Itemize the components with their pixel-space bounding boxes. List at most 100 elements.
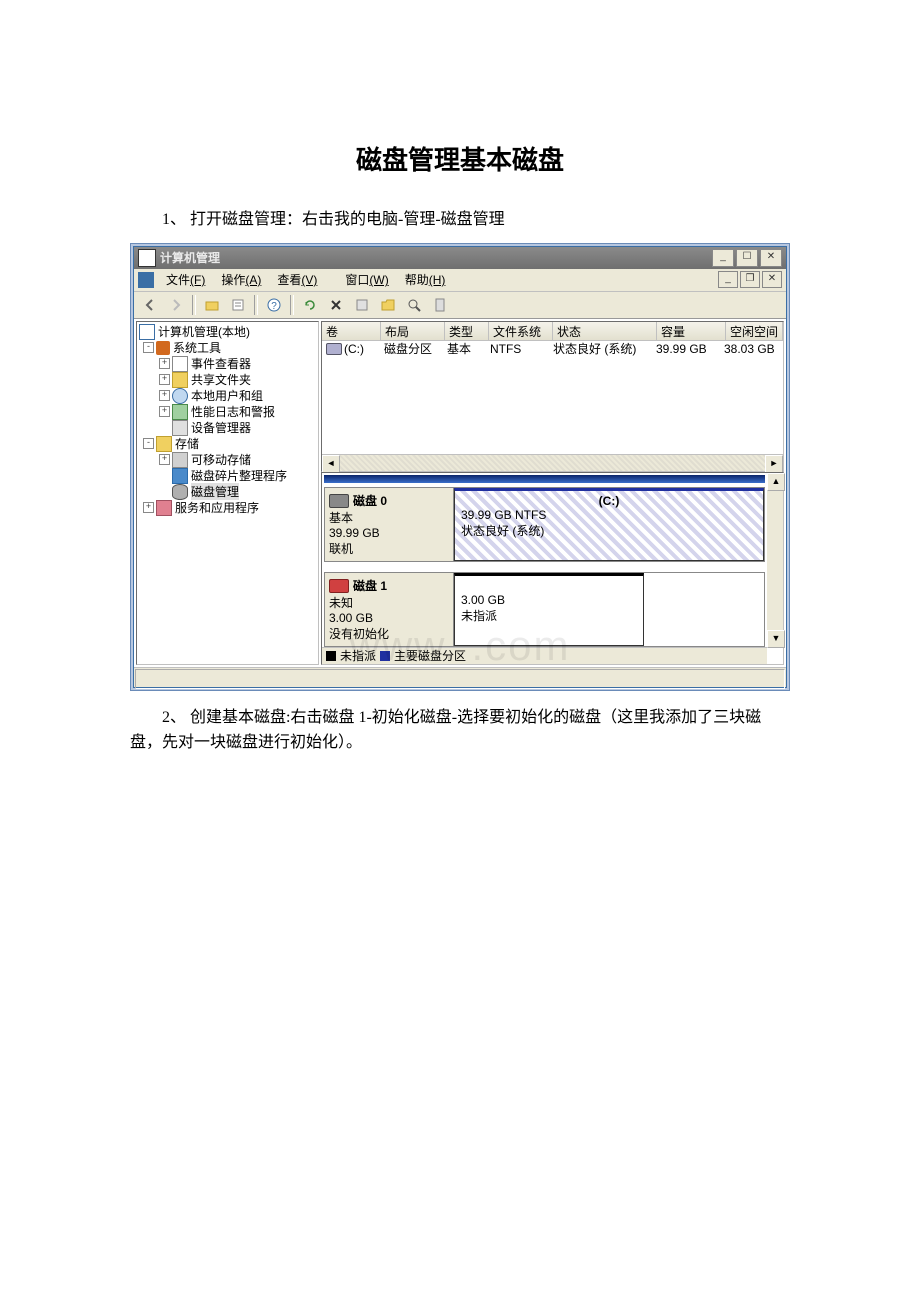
disk-map[interactable]: ▲ ▼ 磁盘 0 基本 39.99 GB 联机	[321, 472, 784, 665]
window-title: 计算机管理	[160, 249, 712, 266]
tree-users[interactable]: 本地用户和组	[191, 387, 263, 404]
tree-removable[interactable]: 可移动存储	[191, 451, 251, 468]
close-button[interactable]: ✕	[760, 249, 782, 267]
maximize-button[interactable]: ☐	[736, 249, 758, 267]
legend-primary: 主要磁盘分区	[394, 647, 466, 664]
expander[interactable]: +	[159, 390, 170, 401]
volume-list[interactable]: 卷 布局 类型 文件系统 状态 容量 空闲空间 (C:) 磁盘分区 基本	[321, 321, 784, 472]
disk1-state: 没有初始化	[329, 625, 449, 642]
menu-view[interactable]: 查看(V)	[269, 269, 325, 290]
disk1-type: 未知	[329, 594, 449, 611]
event-icon	[172, 356, 188, 372]
mdi-close-button[interactable]: ✕	[762, 271, 782, 288]
mdi-restore-button[interactable]: ❐	[740, 271, 760, 288]
menu-window[interactable]: 窗口(W)	[337, 269, 396, 290]
mdi-minimize-button[interactable]: _	[718, 271, 738, 288]
expander[interactable]: +	[143, 502, 154, 513]
tree-perf[interactable]: 性能日志和警报	[191, 403, 275, 420]
help-button[interactable]: ?	[262, 293, 286, 317]
col-type[interactable]: 类型	[445, 322, 489, 340]
expander[interactable]: -	[143, 342, 154, 353]
scroll-up-button[interactable]: ▲	[767, 473, 785, 491]
defrag-icon	[172, 468, 188, 484]
legend: 未指派 主要磁盘分区	[322, 647, 767, 664]
disk-icon	[172, 484, 188, 500]
expander[interactable]: +	[159, 406, 170, 417]
open-button[interactable]	[376, 293, 400, 317]
tree-diskmgmt[interactable]: 磁盘管理	[191, 483, 239, 500]
screenshot-disk-management: www. .com 计算机管理 _ ☐ ✕ 文件(F) 操作(A) 查看(V)	[130, 243, 790, 691]
volume-icon	[326, 343, 342, 355]
disk1-title: 磁盘 1	[353, 579, 387, 593]
disk-row-0[interactable]: 磁盘 0 基本 39.99 GB 联机 (C:) 39.99 GB NTFS 状…	[324, 487, 765, 562]
legend-primary-swatch	[380, 651, 390, 661]
col-volume[interactable]: 卷	[322, 322, 381, 340]
statusbar	[134, 667, 786, 687]
tree-storage[interactable]: 存储	[175, 435, 199, 452]
tree-device[interactable]: 设备管理器	[191, 419, 251, 436]
menu-action[interactable]: 操作(A)	[213, 269, 269, 290]
action-button[interactable]	[350, 293, 374, 317]
col-capacity[interactable]: 容量	[657, 322, 726, 340]
toolbar: ?	[134, 292, 786, 319]
up-button[interactable]	[200, 293, 224, 317]
tree-root[interactable]: 计算机管理(本地)	[158, 323, 250, 340]
unalloc-status: 未指派	[461, 607, 637, 624]
partition-unallocated[interactable]: 3.00 GB 未指派	[454, 573, 644, 646]
disk1-size: 3.00 GB	[329, 611, 449, 625]
menu-help[interactable]: 帮助(H)	[397, 269, 454, 290]
find-button[interactable]	[402, 293, 426, 317]
diskmap-header	[324, 475, 765, 483]
paragraph-1: 1、 打开磁盘管理：右击我的电脑-管理-磁盘管理	[130, 207, 790, 233]
scroll-left-button[interactable]: ◄	[322, 455, 340, 473]
unalloc-size: 3.00 GB	[461, 593, 637, 607]
volume-row[interactable]: (C:) 磁盘分区 基本 NTFS 状态良好 (系统) 39.99 GB 38.…	[322, 341, 783, 357]
forward-button[interactable]	[164, 293, 188, 317]
menu-file[interactable]: 文件(F)	[158, 269, 213, 290]
scroll-right-button[interactable]: ►	[765, 455, 783, 473]
tree-event[interactable]: 事件查看器	[191, 355, 251, 372]
col-free[interactable]: 空闲空间	[726, 322, 783, 340]
col-status[interactable]: 状态	[553, 322, 657, 340]
col-fs[interactable]: 文件系统	[489, 322, 553, 340]
delete-button[interactable]	[324, 293, 348, 317]
vol-name: (C:)	[344, 342, 364, 356]
vol-type: 基本	[443, 340, 486, 357]
col-layout[interactable]: 布局	[381, 322, 445, 340]
legend-unalloc-swatch	[326, 651, 336, 661]
expander[interactable]: +	[159, 454, 170, 465]
scroll-down-button[interactable]: ▼	[767, 630, 785, 648]
expander[interactable]: +	[159, 358, 170, 369]
expander[interactable]: -	[143, 438, 154, 449]
tree-systools[interactable]: 系统工具	[173, 339, 221, 356]
partition-c[interactable]: (C:) 39.99 GB NTFS 状态良好 (系统)	[454, 488, 764, 561]
tools-icon	[156, 341, 170, 355]
svg-text:?: ?	[271, 301, 277, 312]
users-icon	[172, 388, 188, 404]
vol-fs: NTFS	[486, 342, 549, 356]
part-c-info: 39.99 GB NTFS	[461, 508, 757, 522]
nav-tree[interactable]: 计算机管理(本地) - 系统工具 + 事件查看器 + 共享文件夹 + 本地用户和组 + 性…	[136, 321, 319, 665]
refresh-button[interactable]	[298, 293, 322, 317]
back-button[interactable]	[138, 293, 162, 317]
settings-button[interactable]	[428, 293, 452, 317]
h-scrollbar[interactable]: ◄ ►	[322, 454, 783, 471]
properties-button[interactable]	[226, 293, 250, 317]
storage-icon	[156, 436, 172, 452]
v-scrollbar[interactable]: ▲ ▼	[767, 473, 783, 648]
disk0-type: 基本	[329, 509, 449, 526]
tree-shared[interactable]: 共享文件夹	[191, 371, 251, 388]
disk0-info: 磁盘 0 基本 39.99 GB 联机	[325, 488, 454, 561]
device-icon	[172, 420, 188, 436]
disk1-info: 磁盘 1 未知 3.00 GB 没有初始化	[325, 573, 454, 646]
mdi-icon	[138, 272, 154, 288]
vol-free: 38.03 GB	[720, 342, 783, 356]
disk-error-icon	[329, 579, 349, 593]
paragraph-2: 2、 创建基本磁盘:右击磁盘 1-初始化磁盘-选择要初始化的磁盘（这里我添加了三…	[130, 705, 790, 756]
disk-row-1[interactable]: 磁盘 1 未知 3.00 GB 没有初始化 3.00 GB 未指派	[324, 572, 765, 647]
tree-defrag[interactable]: 磁盘碎片整理程序	[191, 467, 287, 484]
titlebar: 计算机管理 _ ☐ ✕	[134, 247, 786, 269]
expander[interactable]: +	[159, 374, 170, 385]
minimize-button[interactable]: _	[712, 249, 734, 267]
tree-services[interactable]: 服务和应用程序	[175, 499, 259, 516]
